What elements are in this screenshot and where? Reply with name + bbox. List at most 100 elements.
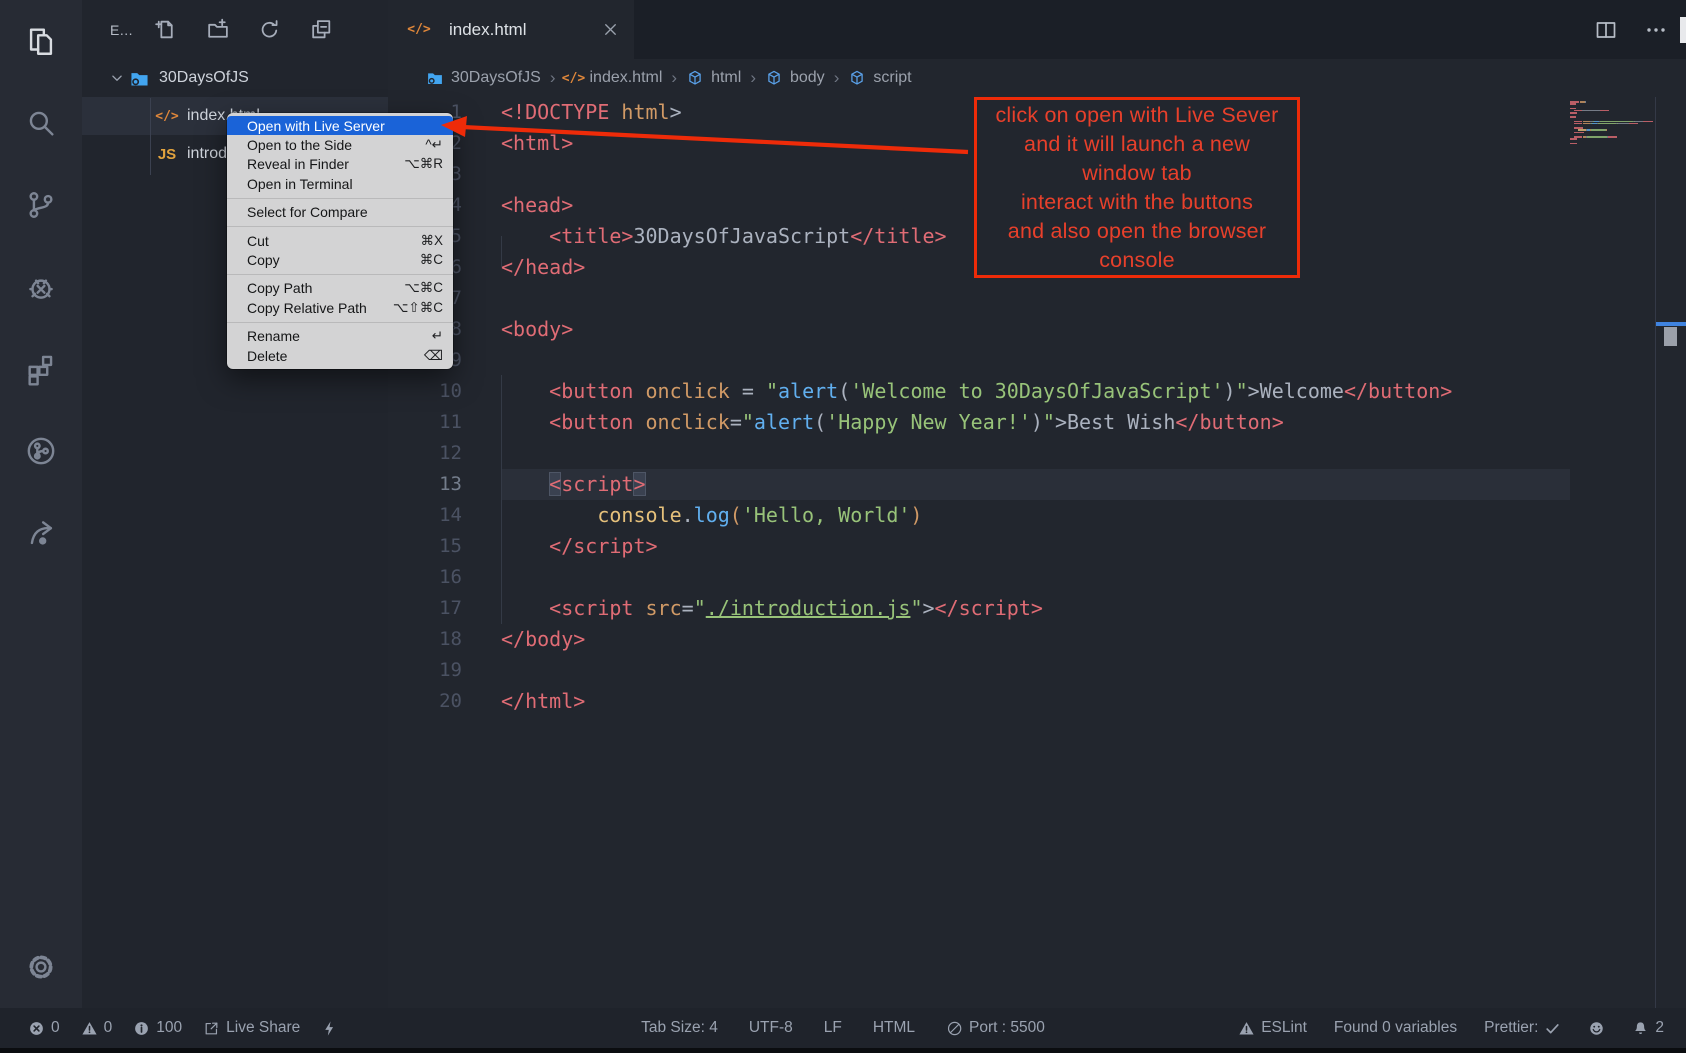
line-number: 20 [388,686,501,717]
breadcrumb-item-30DaysOfJS[interactable]: 30DaysOfJS [426,69,541,87]
activity-item-gitlens[interactable] [14,424,68,478]
code-line-18[interactable]: 18</body> [388,624,1686,655]
status-item-lf[interactable]: LF [824,1019,842,1037]
status-item-utf-8[interactable]: UTF-8 [749,1019,793,1037]
code-line-19[interactable]: 19 [388,655,1686,686]
status-item-live-share[interactable]: Live Share [203,1019,300,1037]
new-folder-icon [205,17,230,42]
menu-item-open-with-live-server[interactable]: Open with Live Server [227,116,453,135]
annotation-note: click on open with Live Severand it will… [974,97,1300,278]
menu-item-shortcut: ⌥⌘R [404,156,443,172]
activity-item-extensions[interactable] [14,342,68,396]
code-line-content: <script src="./introduction.js"></script… [501,593,1570,624]
menu-item-label: Copy Relative Path [247,300,393,316]
refresh-button[interactable] [257,17,282,42]
run-debug-icon [24,270,58,304]
code-line-11[interactable]: 11 <button onclick="alert('Happy New Yea… [388,407,1686,438]
status-item-prettier-[interactable]: Prettier: [1484,1019,1561,1037]
window-bottom-edge [0,1048,1686,1053]
code-line-7[interactable]: 7 [388,283,1686,314]
breadcrumb-separator: › [750,68,756,88]
code-line-12[interactable]: 12 [388,438,1686,469]
activity-item-live-share[interactable] [14,506,68,560]
activity-item-source-control[interactable] [14,178,68,232]
status-item-label: 0 [104,1019,113,1037]
collapse-all-button[interactable] [309,17,334,42]
menu-item-reveal-in-finder[interactable]: Reveal in Finder⌥⌘R [227,155,453,174]
activity-item-search[interactable] [14,96,68,150]
menu-item-copy-path[interactable]: Copy Path⌥⌘C [227,279,453,298]
line-number: 13 [388,469,501,500]
code-line-13[interactable]: 13 <script> [388,469,1686,500]
chevron-down-icon[interactable] [108,69,128,87]
code-line-content: <body> [501,314,1570,345]
code-line-14[interactable]: 14 console.log('Hello, World') [388,500,1686,531]
folder-icon [129,68,150,89]
activity-item-run-debug[interactable] [14,260,68,314]
code-line-10[interactable]: 10 <button onclick = "alert('Welcome to … [388,376,1686,407]
activity-item-settings-gear[interactable] [14,940,68,994]
breadcrumb-item-script[interactable]: script [848,69,911,87]
tree-root-folder[interactable]: 30DaysOfJS [82,59,388,97]
menu-item-delete[interactable]: Delete⌫ [227,346,453,365]
warning-triangle-icon [1238,1020,1255,1037]
breadcrumb-label: index.html [589,69,662,87]
status-item-eslint[interactable]: ESLint [1238,1019,1307,1037]
status-item-2[interactable]: 2 [1632,1019,1664,1037]
status-item-label: Live Share [226,1019,300,1037]
status-item-label: 100 [156,1019,182,1037]
breadcrumb-label: body [790,69,825,87]
status-item-lightning[interactable] [321,1020,338,1037]
collapse-all-icon [309,17,334,42]
status-item-0[interactable]: 0 [81,1019,113,1037]
split-editor-icon[interactable] [1594,18,1618,42]
code-line-20[interactable]: 20</html> [388,686,1686,717]
line-number: 18 [388,624,501,655]
more-actions-icon[interactable] [1644,18,1668,42]
status-item-found-0-variables[interactable]: Found 0 variables [1334,1019,1457,1037]
status-item-0[interactable]: 0 [28,1019,60,1037]
code-line-9[interactable]: 9 [388,345,1686,376]
status-item-port-5500[interactable]: Port : 5500 [946,1019,1045,1037]
code-line-15[interactable]: 15 </script> [388,531,1686,562]
tab-index-html[interactable]: </> index.html [388,0,634,59]
activity-item-explorer[interactable] [14,14,68,68]
source-control-icon [24,188,58,222]
status-item-smiley[interactable] [1588,1020,1605,1037]
menu-item-open-in-terminal[interactable]: Open in Terminal [227,174,453,193]
new-folder-button[interactable] [205,17,230,42]
annotation-line: console [977,246,1297,275]
status-item-100[interactable]: 100 [133,1019,182,1037]
error-circle-icon [28,1020,45,1037]
breadcrumb-label: 30DaysOfJS [451,69,541,87]
annotation-line: window tab [977,159,1297,188]
overview-ruler-border [1655,97,1656,1008]
menu-item-copy[interactable]: Copy⌘C [227,250,453,269]
minimap[interactable] [1570,101,1660,145]
breadcrumb-item-body[interactable]: body [765,69,825,87]
status-item-label: Prettier: [1484,1019,1538,1037]
menu-item-label: Reveal in Finder [247,156,404,172]
split-editor-icon [1594,18,1618,42]
status-item-html[interactable]: HTML [873,1019,915,1037]
code-line-content: console.log('Hello, World') [501,500,1570,531]
code-line-16[interactable]: 16 [388,562,1686,593]
menu-separator [227,322,453,323]
breadcrumb-item-index.html[interactable]: </> index.html [564,69,662,87]
scrollbar-thumb[interactable] [1664,327,1677,346]
close-icon[interactable] [601,20,620,39]
menu-item-copy-relative-path[interactable]: Copy Relative Path⌥⇧⌘C [227,298,453,317]
code-line-content [501,562,1570,593]
menu-item-rename[interactable]: Rename↵ [227,327,453,346]
code-line-17[interactable]: 17 <script src="./introduction.js"></scr… [388,593,1686,624]
breadcrumb-item-html[interactable]: html [686,69,741,87]
html-file-icon: </> [564,69,582,87]
status-bar: 0 0 100 Live Share Tab Size: 4 UTF-8 LF HTML Po… [0,1008,1686,1048]
menu-item-cut[interactable]: Cut⌘X [227,231,453,250]
menu-item-select-for-compare[interactable]: Select for Compare [227,203,453,222]
indent-guide [501,236,502,267]
status-item-tab-size-4[interactable]: Tab Size: 4 [641,1019,718,1037]
menu-item-open-to-the-side[interactable]: Open to the Side^↵ [227,135,453,154]
code-line-8[interactable]: 8<body> [388,314,1686,345]
new-file-button[interactable] [153,17,178,42]
